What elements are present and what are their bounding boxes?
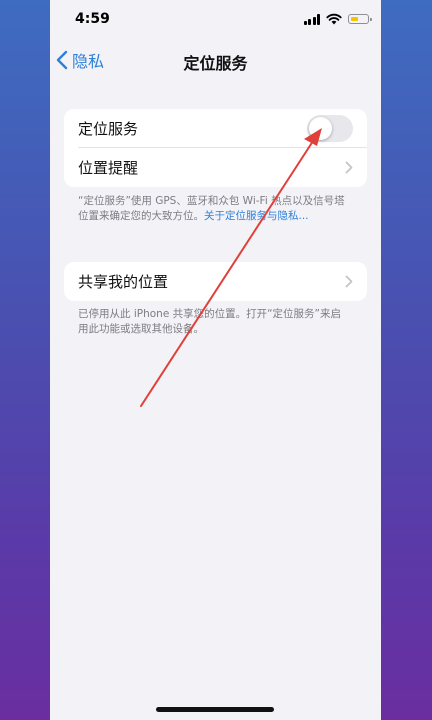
location-services-row: 定位服务 xyxy=(64,109,367,148)
phone-screen: 4:59 隐私 定位服务 定位服务 位置提醒 “定位服务”使用 GPS、蓝牙和众… xyxy=(50,0,381,720)
share-my-location-label: 共享我的位置 xyxy=(78,273,169,291)
wifi-icon xyxy=(326,13,342,25)
share-location-footnote: 已停用从此 iPhone 共享您的位置。打开“定位服务”来启用此功能或选取其他设… xyxy=(78,308,341,335)
location-services-footnote: “定位服务”使用 GPS、蓝牙和众包 Wi-Fi 热点以及信号塔位置来确定您的大… xyxy=(78,194,348,224)
location-services-label: 定位服务 xyxy=(78,120,139,138)
toggle-knob xyxy=(309,117,332,140)
home-indicator xyxy=(156,707,274,712)
location-services-group: 定位服务 位置提醒 xyxy=(64,109,367,187)
chevron-right-icon xyxy=(345,161,353,174)
share-location-group: 共享我的位置 xyxy=(64,262,367,301)
cellular-signal-icon xyxy=(303,13,320,25)
share-my-location-row[interactable]: 共享我的位置 xyxy=(64,262,367,301)
location-alerts-row[interactable]: 位置提醒 xyxy=(64,148,367,187)
page-title: 定位服务 xyxy=(183,54,248,73)
battery-icon xyxy=(348,14,372,24)
privacy-info-link[interactable]: 关于定位服务与隐私... xyxy=(204,210,309,222)
battery-level-fill xyxy=(350,16,358,21)
navigation-bar: 隐私 定位服务 xyxy=(50,40,381,80)
location-alerts-label: 位置提醒 xyxy=(78,159,139,177)
location-services-toggle[interactable] xyxy=(307,115,353,142)
status-icons xyxy=(303,12,372,26)
status-bar: 4:59 xyxy=(50,0,381,40)
status-time: 4:59 xyxy=(75,11,110,27)
chevron-right-icon xyxy=(345,275,353,288)
